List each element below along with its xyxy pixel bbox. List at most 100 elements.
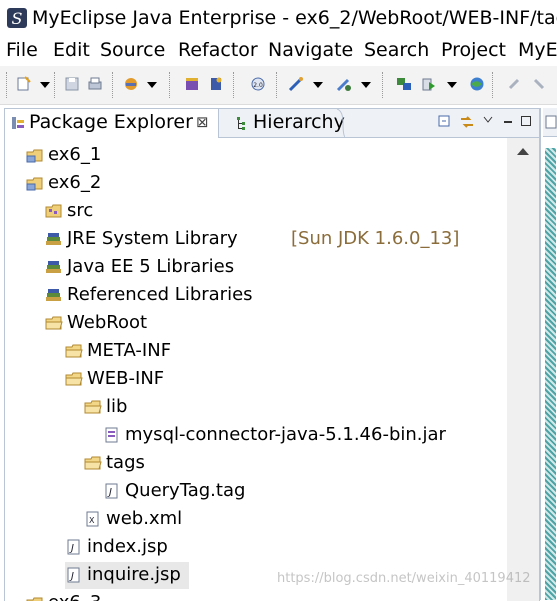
java-version-icon[interactable]: 2.0 xyxy=(250,76,266,92)
link-with-editor-icon[interactable] xyxy=(459,115,475,129)
package-icon[interactable] xyxy=(184,76,200,92)
jsp-file-icon: J xyxy=(65,539,83,555)
menu-navigate[interactable]: Navigate xyxy=(268,39,353,61)
debug-config-dropdown-icon[interactable] xyxy=(361,82,371,88)
maximize-icon[interactable] xyxy=(520,115,532,127)
folder-icon xyxy=(45,315,63,331)
minimize-icon[interactable] xyxy=(502,115,514,127)
xml-file-icon: X xyxy=(84,511,102,527)
menu-search[interactable]: Search xyxy=(364,39,429,61)
open-type-icon[interactable] xyxy=(396,76,412,92)
view-menu-icon[interactable] xyxy=(483,115,493,125)
package-explorer-icon xyxy=(12,117,24,129)
menu-refactor[interactable]: Refactor xyxy=(178,39,258,61)
menu-bar: File Edit Source Refactor Navigate Searc… xyxy=(0,38,557,66)
tree-item-label: Referenced Libraries xyxy=(67,284,253,305)
library-icon xyxy=(45,259,63,275)
folder-icon xyxy=(65,343,83,359)
tree-item-label: WEB-INF xyxy=(87,368,165,389)
project-icon xyxy=(26,147,44,163)
menu-myeclipse[interactable]: MyE xyxy=(518,39,557,61)
tree-item-label: WebRoot xyxy=(67,312,148,333)
folder-icon xyxy=(65,371,83,387)
library-icon xyxy=(45,231,63,247)
jar-icon xyxy=(103,427,121,443)
folder-icon xyxy=(84,399,102,415)
toolbar-grip xyxy=(6,72,9,98)
project-icon xyxy=(26,175,44,191)
menu-edit[interactable]: Edit xyxy=(53,39,90,61)
menu-project[interactable]: Project xyxy=(441,39,506,61)
tree-item-label: tags xyxy=(106,452,145,473)
myeclipse-deploy-icon[interactable] xyxy=(123,76,139,92)
watermark: https://blog.csdn.net/weixin_40119412 xyxy=(277,571,531,586)
new-dropdown-icon[interactable] xyxy=(40,82,50,88)
close-icon[interactable]: ⊠ xyxy=(196,113,209,131)
browser-icon[interactable] xyxy=(469,76,485,92)
tree-item-label: ex6_1 xyxy=(48,144,102,165)
run-config-dropdown-icon[interactable] xyxy=(313,82,323,88)
tree-item-label: ex6_2 xyxy=(48,172,102,193)
toolbar-separator xyxy=(169,72,172,98)
run-dropdown-icon[interactable] xyxy=(447,82,457,88)
file-icon xyxy=(545,115,557,129)
run-icon[interactable] xyxy=(421,76,437,92)
tree-item-label: inquire.jsp xyxy=(87,564,181,585)
menu-file[interactable]: File xyxy=(6,39,38,61)
tree-item-label: JRE System Library xyxy=(67,228,238,249)
package-tree: ex6_1 ex6_2src JRE System Library [Sun JDK … xyxy=(5,138,507,601)
project-icon xyxy=(26,595,44,601)
tab-edge xyxy=(337,109,345,137)
source-folder-icon xyxy=(45,203,63,219)
debug-config-icon[interactable] xyxy=(336,76,352,92)
vertical-scrollbar[interactable] xyxy=(507,138,539,601)
editor-area-edge xyxy=(540,108,557,600)
jsp-file-icon: J xyxy=(65,567,83,583)
tab-hierarchy-label: Hierarchy xyxy=(253,111,345,133)
toolbar-separator xyxy=(112,72,115,98)
hierarchy-icon xyxy=(237,117,245,130)
tree-item-label: src xyxy=(67,200,94,221)
tab-package-explorer[interactable]: Package Explorer ⊠ xyxy=(5,109,219,138)
tab-hierarchy[interactable]: Hierarchy xyxy=(219,109,345,137)
deploy-dropdown-icon[interactable] xyxy=(147,82,157,88)
svg-text:X: X xyxy=(89,516,95,525)
server-icon[interactable] xyxy=(208,76,224,92)
toolbar-separator xyxy=(382,72,385,98)
jsp-file-icon: J xyxy=(103,483,121,499)
toolbar-separator xyxy=(233,72,236,98)
folder-icon xyxy=(84,455,102,471)
tree-item-label: web.xml xyxy=(106,508,183,529)
scroll-up-arrow-icon[interactable] xyxy=(517,148,529,155)
tree-item-decoration: [Sun JDK 1.6.0_13] xyxy=(291,228,460,249)
print-icon[interactable] xyxy=(87,76,103,92)
svg-text:S: S xyxy=(12,9,23,28)
view-tab-bar: Package Explorer ⊠ Hierarchy xyxy=(5,109,539,138)
save-icon[interactable] xyxy=(64,76,80,92)
tree-item-label: mysql-connector-java-5.1.46-bin.jar xyxy=(125,424,446,445)
toolbar-separator xyxy=(54,72,57,98)
tree-item-label: META-INF xyxy=(87,340,172,361)
tree-item-label: lib xyxy=(106,396,128,417)
run-config-icon[interactable] xyxy=(288,76,304,92)
package-explorer-view: Package Explorer ⊠ Hierarchy ex6_1 ex6_2s… xyxy=(4,108,540,601)
svg-text:2.0: 2.0 xyxy=(253,82,263,89)
collapse-all-icon[interactable] xyxy=(438,115,452,129)
title-bar: S MyEclipse Java Enterprise - ex6_2/WebR… xyxy=(0,0,557,38)
forward-icon[interactable] xyxy=(531,76,547,92)
myeclipse-logo-icon: S xyxy=(7,8,27,28)
tree-item-label: QueryTag.tag xyxy=(125,480,246,501)
tree-item[interactable]: Jinquire.jsp xyxy=(65,562,189,589)
toolbar-separator xyxy=(492,72,495,98)
main-toolbar: 2.0 xyxy=(0,66,557,105)
toolbar-separator xyxy=(276,72,279,98)
menu-source[interactable]: Source xyxy=(100,39,165,61)
library-icon xyxy=(45,287,63,303)
editor-tab-partial[interactable] xyxy=(543,108,557,137)
back-icon[interactable] xyxy=(506,76,522,92)
tree-item-label: Java EE 5 Libraries xyxy=(67,256,235,277)
new-icon[interactable] xyxy=(16,76,32,92)
editor-overview-ruler xyxy=(545,148,556,600)
tree-item-label: index.jsp xyxy=(87,536,168,557)
tab-package-explorer-label: Package Explorer xyxy=(29,111,193,133)
